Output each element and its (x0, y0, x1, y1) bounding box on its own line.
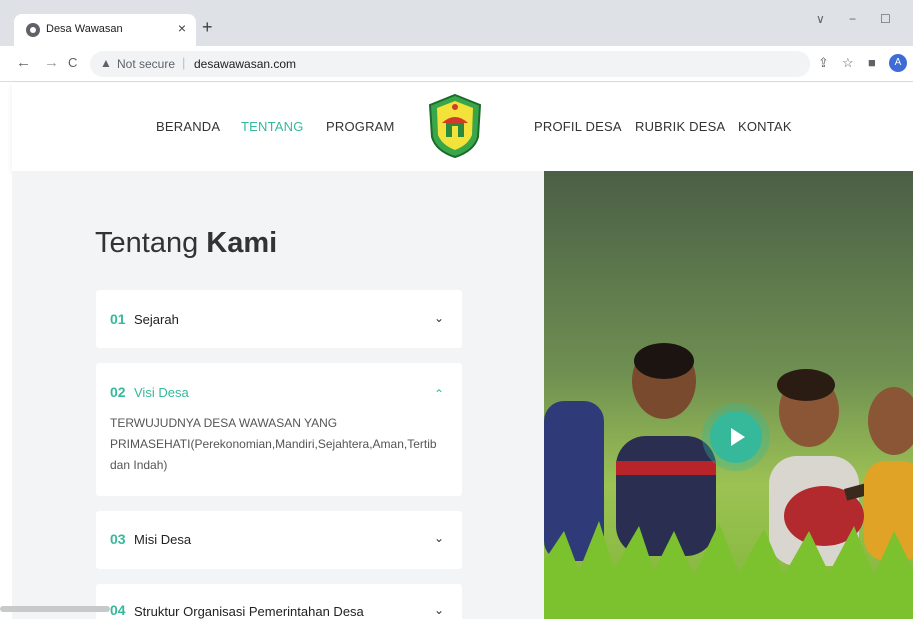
chevron-down-icon[interactable]: ⌄ (434, 311, 444, 325)
nav-tentang[interactable]: TENTANG (241, 119, 304, 134)
play-video-button[interactable] (710, 411, 762, 463)
item-title: Sejarah (134, 312, 179, 327)
url-text[interactable]: desawawasan.com (194, 57, 296, 71)
chevron-down-icon[interactable]: ⌄ (434, 531, 444, 545)
nav-beranda[interactable]: BERANDA (156, 119, 220, 134)
accordion-item-misi[interactable]: 03 Misi Desa ⌄ (96, 511, 462, 569)
chevron-up-icon[interactable]: ⌃ (434, 387, 444, 401)
page-title: Tentang Kami (95, 227, 277, 260)
title-light: Tentang (95, 227, 199, 259)
nav-profil-desa[interactable]: PROFIL DESA (534, 119, 622, 134)
back-button[interactable]: ← (16, 54, 31, 71)
about-panel: Tentang Kami 01 Sejarah ⌄ 02 Visi Desa ⌃… (12, 171, 544, 619)
item-number: 03 (110, 531, 126, 547)
chevron-down-icon[interactable]: ⌄ (434, 603, 444, 617)
reload-button[interactable]: C (68, 55, 77, 70)
browser-window: Desa Wawasan × + ∨ − ☐ ← → C ▲ Not secur… (0, 0, 913, 619)
tab-title: Desa Wawasan (46, 23, 123, 35)
warning-icon[interactable]: ▲ (100, 56, 112, 70)
browser-toolbar: ← → C ▲ Not secure | desawawasan.com ⇪ ☆… (0, 46, 913, 82)
globe-icon (26, 23, 40, 37)
site-header: BERANDA TENTANG PROGRAM PROFIL DESA RUBR… (12, 83, 913, 171)
item-number: 02 (110, 384, 126, 400)
accordion-item-visi[interactable]: 02 Visi Desa ⌃ TERWUJUDNYA DESA WAWASAN … (96, 363, 462, 496)
village-logo[interactable] (428, 93, 482, 159)
divider: | (182, 55, 186, 70)
item-title: Struktur Organisasi Pemerintahan Desa (134, 604, 364, 619)
visi-text: TERWUJUDNYA DESA WAWASAN YANG PRIMASEHAT… (110, 416, 437, 472)
minimize-button[interactable]: − (849, 12, 856, 26)
item-title: Visi Desa (134, 385, 189, 400)
nav-kontak[interactable]: KONTAK (738, 119, 792, 134)
accordion-item-sejarah[interactable]: 01 Sejarah ⌄ (96, 290, 462, 348)
children-photo (544, 171, 913, 619)
profile-avatar[interactable]: A (889, 54, 907, 72)
new-tab-button[interactable]: + (202, 18, 213, 36)
browser-tab[interactable]: Desa Wawasan × (14, 14, 196, 46)
item-number: 01 (110, 311, 126, 327)
close-tab-icon[interactable]: × (178, 20, 186, 36)
tab-strip: Desa Wawasan × + ∨ − ☐ (0, 0, 913, 46)
hero-video-image (544, 171, 913, 619)
horizontal-scrollbar[interactable] (0, 606, 110, 612)
item-title: Misi Desa (134, 532, 192, 547)
title-bold: Kami (206, 227, 278, 259)
nav-rubrik-desa[interactable]: RUBRIK DESA (635, 119, 725, 134)
tab-search-icon[interactable]: ∨ (816, 12, 825, 26)
accordion-item-struktur[interactable]: 04 Struktur Organisasi Pemerintahan Desa… (96, 584, 462, 619)
side-panel-icon[interactable]: ■ (868, 55, 876, 70)
share-icon[interactable]: ⇪ (818, 55, 829, 71)
nav-program[interactable]: PROGRAM (326, 119, 395, 134)
item-number: 04 (110, 602, 126, 618)
security-label[interactable]: Not secure (117, 57, 175, 71)
forward-button[interactable]: → (44, 54, 59, 71)
address-bar[interactable]: ▲ Not secure | desawawasan.com (90, 51, 810, 77)
maximize-button[interactable]: ☐ (880, 12, 891, 26)
bookmark-star-icon[interactable]: ☆ (842, 55, 854, 71)
